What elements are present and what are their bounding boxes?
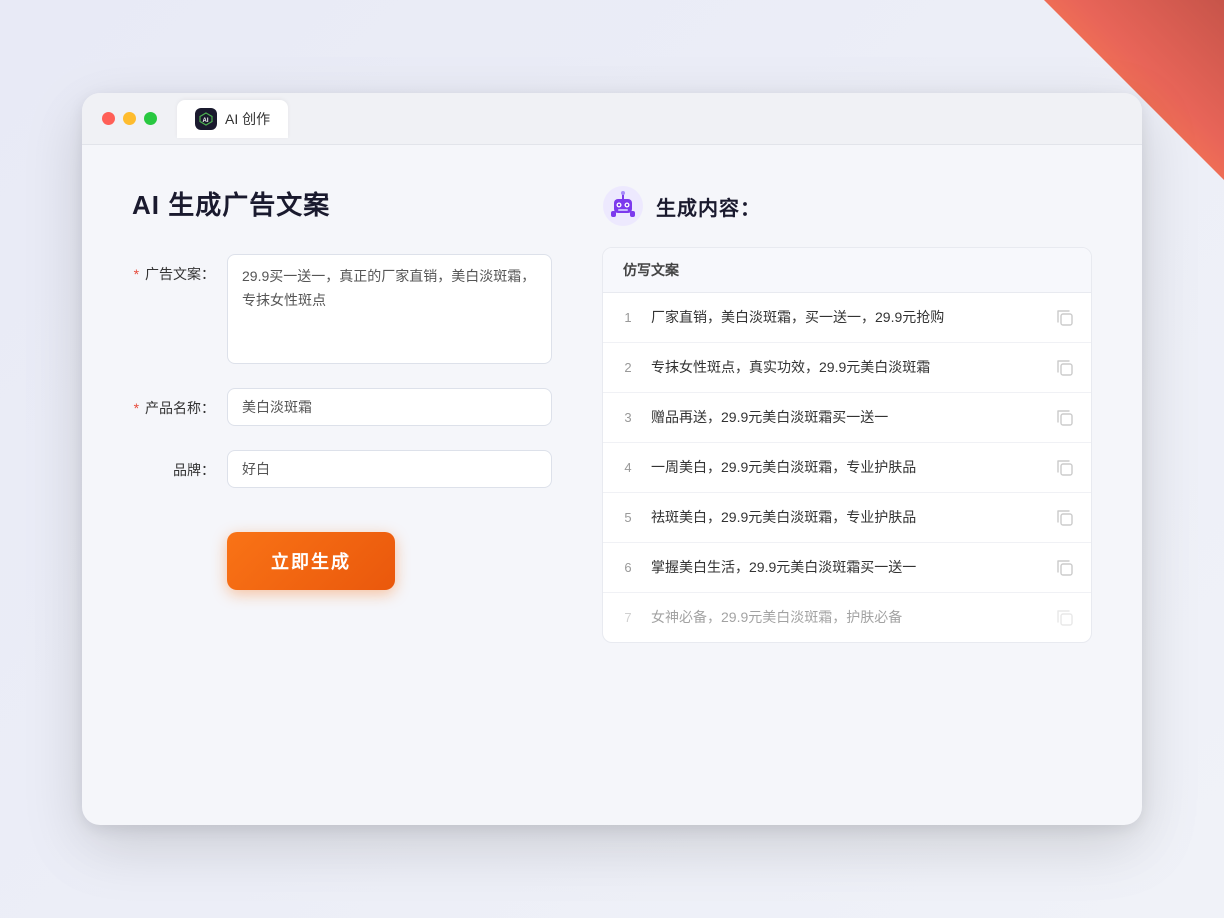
left-panel: AI 生成广告文案 * 广告文案： 29.9买一送一，真正的厂家直销，美白淡斑霜…	[132, 185, 552, 785]
input-brand[interactable]	[227, 450, 552, 488]
results-column-header: 仿写文案	[603, 248, 1091, 293]
result-row: 6 掌握美白生活，29.9元美白淡斑霜买一送一	[603, 543, 1091, 593]
copy-icon[interactable]	[1055, 508, 1075, 528]
result-row: 5 祛斑美白，29.9元美白淡斑霜，专业护肤品	[603, 493, 1091, 543]
row-number: 5	[619, 510, 637, 525]
traffic-light-minimize[interactable]	[123, 112, 136, 125]
row-number: 2	[619, 360, 637, 375]
form-group-product-name: * 产品名称：	[132, 388, 552, 426]
required-star-ad-copy: *	[134, 266, 139, 282]
form-group-ad-copy: * 广告文案： 29.9买一送一，真正的厂家直销，美白淡斑霜，专抹女性斑点	[132, 254, 552, 364]
result-row: 7 女神必备，29.9元美白淡斑霜，护肤必备	[603, 593, 1091, 642]
row-number: 7	[619, 610, 637, 625]
ai-tab-icon: AI	[195, 108, 217, 130]
result-title: 生成内容：	[656, 192, 761, 221]
traffic-light-maximize[interactable]	[144, 112, 157, 125]
result-header: 生成内容：	[602, 185, 1092, 227]
generate-button[interactable]: 立即生成	[227, 532, 395, 590]
copy-icon[interactable]	[1055, 458, 1075, 478]
textarea-ad-copy[interactable]: 29.9买一送一，真正的厂家直销，美白淡斑霜，专抹女性斑点	[227, 254, 552, 364]
traffic-lights	[102, 112, 157, 125]
row-text: 一周美白，29.9元美白淡斑霜，专业护肤品	[651, 457, 1041, 478]
result-row: 3 赠品再送，29.9元美白淡斑霜买一送一	[603, 393, 1091, 443]
svg-text:AI: AI	[203, 118, 209, 124]
results-table: 仿写文案 1 厂家直销，美白淡斑霜，买一送一，29.9元抢购 2 专抹女性斑点，…	[602, 247, 1092, 643]
result-row: 4 一周美白，29.9元美白淡斑霜，专业护肤品	[603, 443, 1091, 493]
row-number: 1	[619, 310, 637, 325]
input-product-name[interactable]	[227, 388, 552, 426]
page-title: AI 生成广告文案	[132, 185, 552, 222]
copy-icon[interactable]	[1055, 408, 1075, 428]
right-panel: 生成内容： 仿写文案 1 厂家直销，美白淡斑霜，买一送一，29.9元抢购 2 专…	[602, 185, 1092, 785]
tab-label: AI 创作	[225, 109, 270, 129]
row-text: 祛斑美白，29.9元美白淡斑霜，专业护肤品	[651, 507, 1041, 528]
result-row: 1 厂家直销，美白淡斑霜，买一送一，29.9元抢购	[603, 293, 1091, 343]
row-number: 4	[619, 460, 637, 475]
row-number: 6	[619, 560, 637, 575]
row-text: 厂家直销，美白淡斑霜，买一送一，29.9元抢购	[651, 307, 1041, 328]
row-text: 掌握美白生活，29.9元美白淡斑霜买一送一	[651, 557, 1041, 578]
row-text: 赠品再送，29.9元美白淡斑霜买一送一	[651, 407, 1041, 428]
label-product-name: * 产品名称：	[132, 388, 227, 418]
form-group-brand: 品牌：	[132, 450, 552, 488]
label-ad-copy: * 广告文案：	[132, 254, 227, 284]
title-bar: AI AI 创作	[82, 93, 1142, 145]
label-brand: 品牌：	[132, 450, 227, 480]
browser-window: AI AI 创作 AI 生成广告文案 * 广告文案： 29.9买一送一，真正的厂…	[82, 93, 1142, 825]
tab-ai-create[interactable]: AI AI 创作	[177, 100, 288, 138]
required-star-product-name: *	[134, 400, 139, 416]
copy-icon[interactable]	[1055, 308, 1075, 328]
copy-icon[interactable]	[1055, 558, 1075, 578]
row-text: 女神必备，29.9元美白淡斑霜，护肤必备	[651, 607, 1041, 628]
copy-icon[interactable]	[1055, 608, 1075, 628]
result-row: 2 专抹女性斑点，真实功效，29.9元美白淡斑霜	[603, 343, 1091, 393]
results-rows: 1 厂家直销，美白淡斑霜，买一送一，29.9元抢购 2 专抹女性斑点，真实功效，…	[603, 293, 1091, 642]
traffic-light-close[interactable]	[102, 112, 115, 125]
row-number: 3	[619, 410, 637, 425]
row-text: 专抹女性斑点，真实功效，29.9元美白淡斑霜	[651, 357, 1041, 378]
copy-icon[interactable]	[1055, 358, 1075, 378]
robot-icon	[602, 185, 644, 227]
main-content: AI 生成广告文案 * 广告文案： 29.9买一送一，真正的厂家直销，美白淡斑霜…	[82, 145, 1142, 825]
